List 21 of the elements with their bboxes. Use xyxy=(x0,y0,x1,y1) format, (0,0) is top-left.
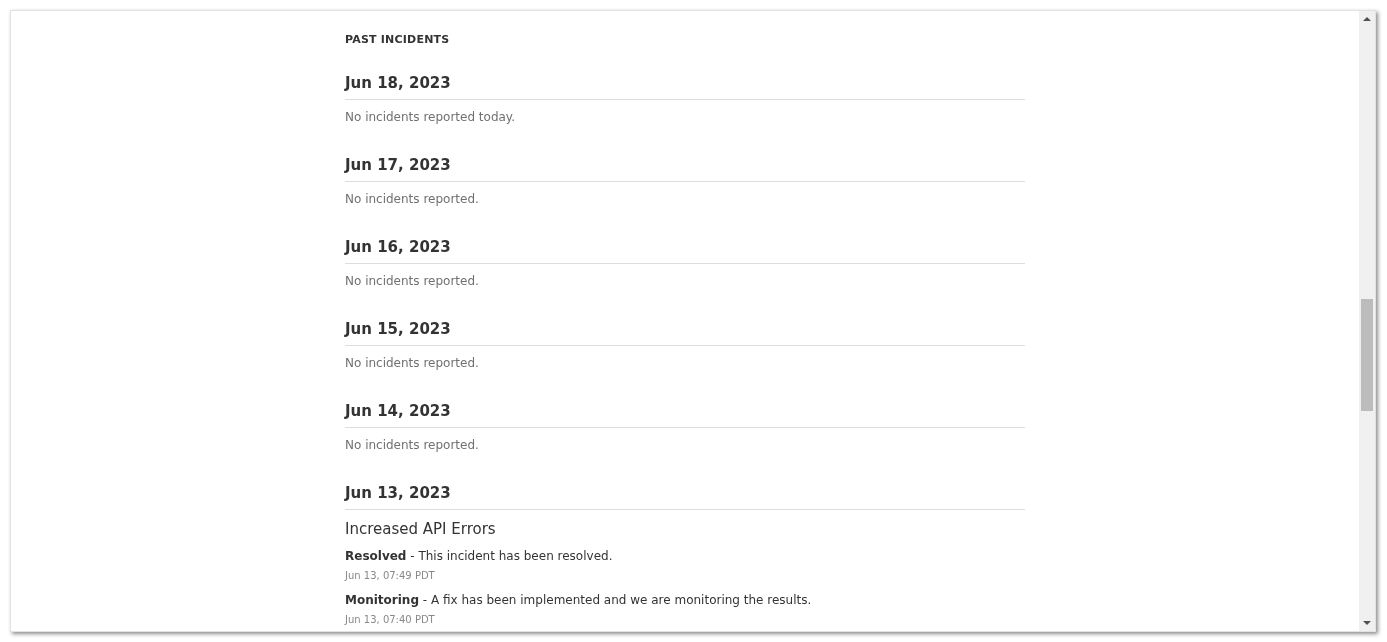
date-heading: Jun 15, 2023 xyxy=(345,319,1025,346)
incident-update: Monitoring - A fix has been implemented and we are monitoring the results. xyxy=(345,592,813,609)
scroll-thumb[interactable] xyxy=(1361,299,1373,411)
section-heading: PAST INCIDENTS xyxy=(345,33,451,47)
date-heading: Jun 14, 2023 xyxy=(345,401,1025,428)
scrollbar[interactable] xyxy=(1359,11,1375,631)
incident-update: Resolved - This incident has been resolved. xyxy=(345,548,614,565)
status-note: No incidents reported. xyxy=(345,355,480,372)
status-note: No incidents reported today. xyxy=(345,109,517,126)
status-note: No incidents reported. xyxy=(345,273,480,290)
date-heading: Jun 16, 2023 xyxy=(345,237,1025,264)
date-heading: Jun 13, 2023 xyxy=(345,483,1025,510)
update-time: Jun 13, 07:40 PDT xyxy=(345,613,436,627)
date-heading: Jun 17, 2023 xyxy=(345,155,1025,182)
status-note: No incidents reported. xyxy=(345,437,480,454)
update-time: Jun 13, 07:49 PDT xyxy=(345,569,436,583)
scroll-up-icon[interactable] xyxy=(1363,17,1371,21)
incident-title[interactable]: Increased API Errors xyxy=(345,519,1025,539)
status-note: No incidents reported. xyxy=(345,191,480,208)
date-heading: Jun 18, 2023 xyxy=(345,73,1025,100)
scroll-down-icon[interactable] xyxy=(1363,621,1371,625)
